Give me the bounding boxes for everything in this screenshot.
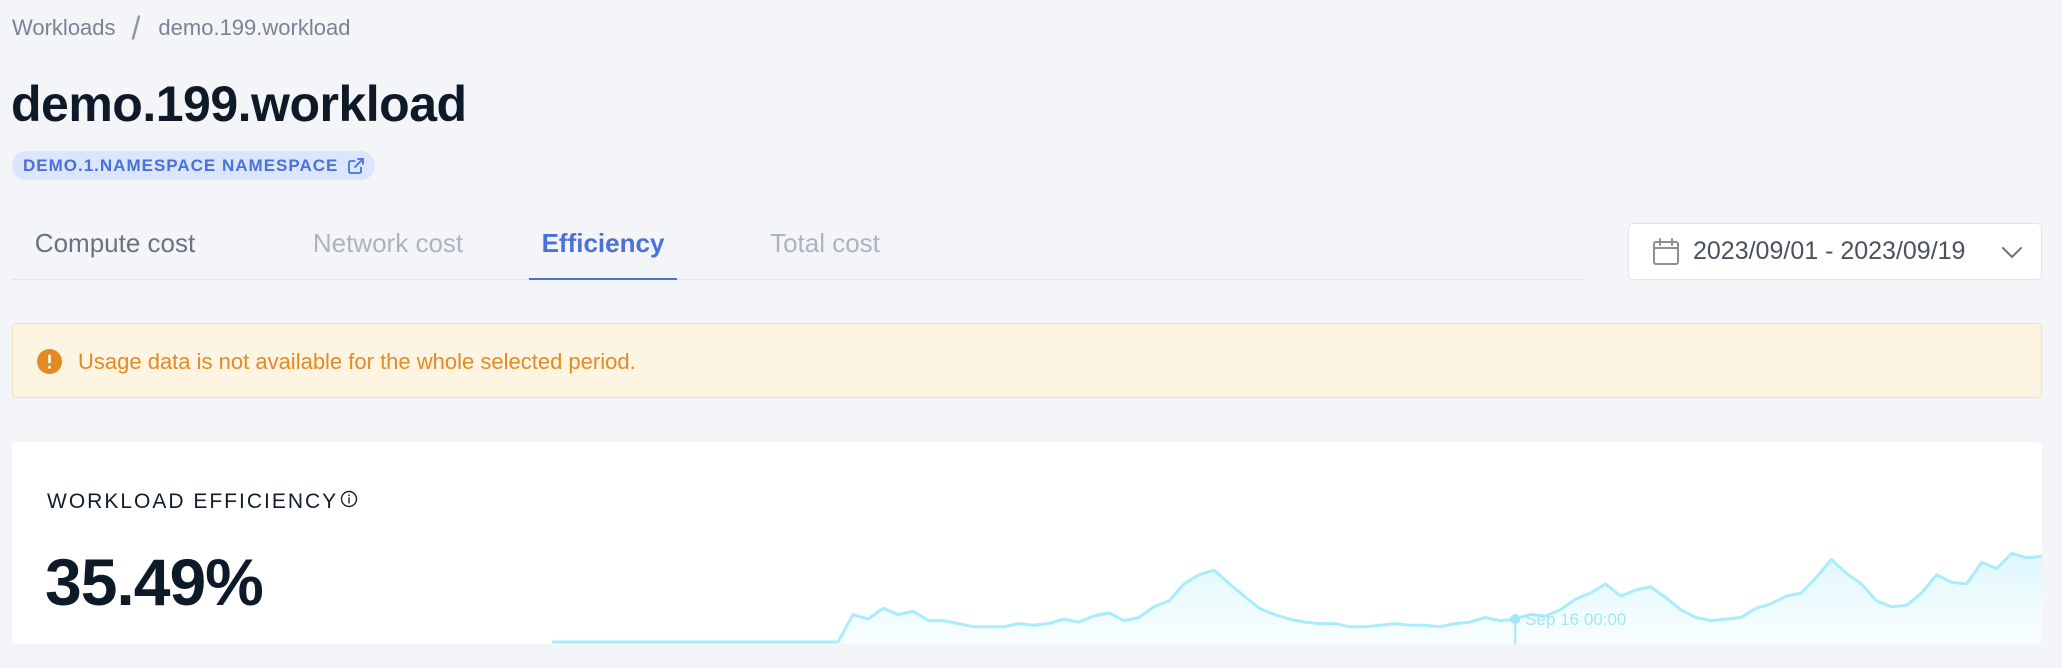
tab-bar: Compute cost Network cost Efficiency Tot…	[12, 220, 1585, 280]
external-link-icon	[347, 157, 365, 175]
breadcrumb-separator: /	[131, 10, 141, 46]
tab-efficiency[interactable]: Efficiency	[529, 228, 677, 280]
chart-hover-label: Sep 16 00:00	[1525, 610, 1626, 629]
namespace-badge-label: DEMO.1.NAMESPACE NAMESPACE	[23, 155, 339, 175]
namespace-badge[interactable]: DEMO.1.NAMESPACE NAMESPACE	[12, 151, 376, 180]
date-range-text: 2023/09/01 - 2023/09/19	[1693, 237, 1966, 265]
efficiency-card: WORKLOAD EFFICIENCY 35.49%	[12, 442, 552, 644]
calendar-icon	[1651, 237, 1681, 272]
chart-hover-point[interactable]	[1510, 614, 1521, 625]
breadcrumb-current: demo.199.workload	[158, 15, 351, 40]
breadcrumb-workloads-link[interactable]: Workloads	[12, 15, 116, 41]
tab-total-cost[interactable]: Total cost	[737, 228, 913, 280]
efficiency-label-row: WORKLOAD EFFICIENCY	[47, 490, 358, 514]
tab-network-cost[interactable]: Network cost	[286, 228, 490, 280]
efficiency-chart[interactable]: Sep 16 00:00	[552, 442, 2042, 644]
alert-circle-icon	[37, 349, 62, 379]
efficiency-value: 35.49%	[45, 545, 264, 619]
chevron-down-icon[interactable]	[2001, 243, 2023, 266]
page: Workloads / demo.199.workload demo.199.w…	[0, 0, 2062, 668]
info-icon[interactable]	[340, 490, 358, 514]
tab-compute-cost[interactable]: Compute cost	[12, 228, 218, 280]
breadcrumb: Workloads / demo.199.workload	[12, 12, 350, 44]
warning-message: Usage data is not available for the whol…	[78, 349, 636, 374]
chart-area-fill	[552, 553, 2042, 644]
date-range-value: 2023/09/01 - 2023/09/19	[1693, 224, 1993, 279]
date-range-picker[interactable]: 2023/09/01 - 2023/09/19	[1628, 223, 2042, 280]
efficiency-label: WORKLOAD EFFICIENCY	[47, 490, 339, 513]
efficiency-chart-svg: Sep 16 00:00	[552, 551, 2042, 644]
warning-banner: Usage data is not available for the whol…	[12, 323, 2042, 398]
page-title: demo.199.workload	[11, 76, 467, 132]
